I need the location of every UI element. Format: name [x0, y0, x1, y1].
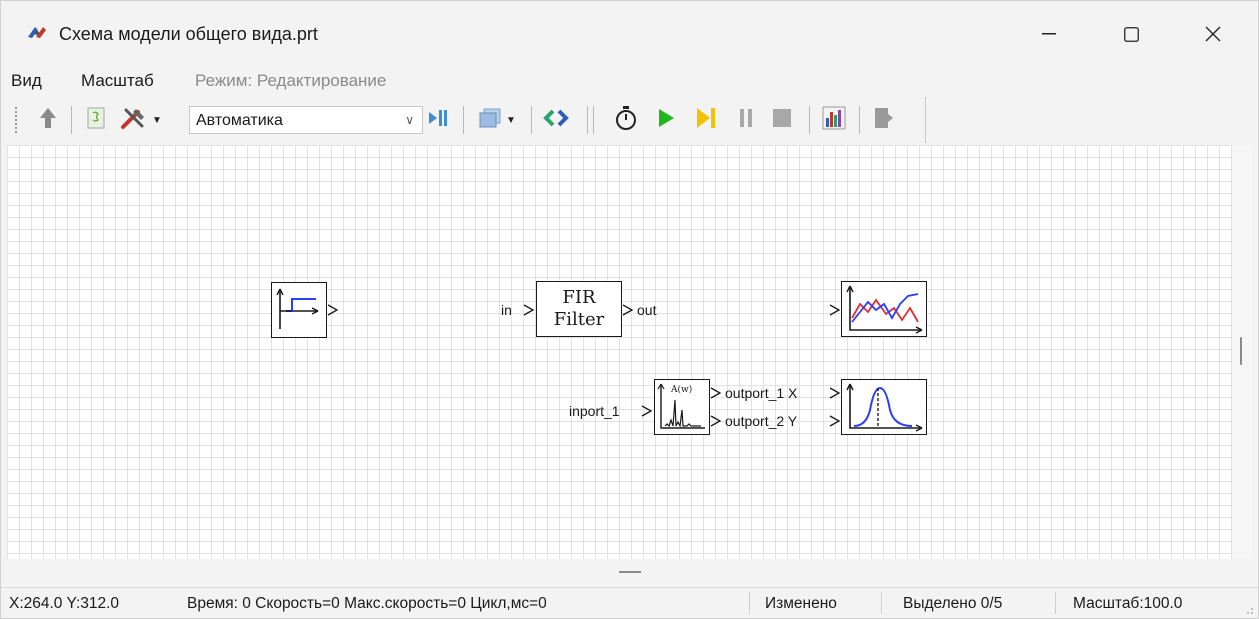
step-into-icon [427, 107, 451, 134]
fir-out-port-label: out [637, 302, 657, 318]
chart-icon [822, 106, 846, 135]
menu-view[interactable]: Вид [11, 70, 42, 92]
fir-in-port-label: in [501, 302, 512, 318]
minimize-button[interactable] [1008, 1, 1090, 67]
vertical-scrollbar[interactable] [1232, 145, 1252, 559]
layers-icon [478, 107, 502, 134]
up-arrow-icon [38, 106, 58, 135]
fir-out-port[interactable] [622, 304, 634, 316]
step-icon [695, 106, 717, 135]
spectrum-out-port-1-label: outport_1 X [725, 385, 798, 401]
tools-button[interactable]: ▼ [117, 106, 165, 134]
step-into-button[interactable] [425, 106, 453, 134]
step-source-block[interactable] [271, 282, 327, 338]
status-bar: X:264.0 Y:312.0 Время: 0 Скорость=0 Макс… [1, 587, 1258, 618]
fir-in-port[interactable] [523, 304, 535, 316]
chart-button[interactable] [819, 106, 849, 134]
spectrum-block[interactable]: A(w) [654, 379, 710, 435]
fir-block-title: FIR [562, 287, 596, 308]
library-selector-value: Автоматика [196, 112, 283, 129]
close-button[interactable] [1172, 1, 1254, 67]
pause-icon [737, 107, 755, 134]
menu-bar: Вид Масштаб Режим: Редактирование [1, 67, 1258, 95]
tools-icon [120, 105, 148, 136]
horizontal-scrollbar-thumb[interactable] [619, 571, 641, 573]
library-selector[interactable]: Автоматика ∨ [189, 106, 423, 134]
xy-plot-in-port-x[interactable] [829, 387, 841, 399]
mode-indicator: Режим: Редактирование [195, 71, 387, 90]
exit-icon [873, 106, 895, 135]
spectrum-out-port-1[interactable] [710, 387, 722, 399]
fir-block-subtitle: Filter [553, 309, 605, 330]
maximize-button[interactable] [1090, 1, 1172, 67]
stop-button[interactable] [767, 106, 797, 134]
stopwatch-icon [614, 105, 638, 136]
simulation-info: Время: 0 Скорость=0 Макс.скорость=0 Цикл… [187, 595, 547, 612]
fir-filter-block[interactable]: FIR Filter [536, 281, 622, 337]
selection-count: Выделено 0/5 [903, 595, 1003, 612]
application-window: Схема модели общего вида.prt Вид Масштаб… [0, 0, 1259, 619]
connect-icon [543, 108, 569, 133]
spectrum-out-port-2[interactable] [710, 415, 722, 427]
stop-icon [771, 107, 793, 134]
spectrum-icon-label: A(w) [671, 385, 693, 395]
script-button[interactable] [83, 106, 109, 134]
horizontal-scrollbar[interactable] [7, 559, 1252, 585]
toolbar-grip[interactable] [15, 107, 17, 133]
resize-grip[interactable] [1244, 605, 1254, 615]
spectrum-out-port-2-label: outport_2 Y [725, 413, 798, 429]
play-icon [656, 107, 676, 134]
engee-logo-icon [25, 23, 49, 43]
title-bar: Схема модели общего вида.prt [1, 1, 1258, 67]
up-level-button[interactable] [35, 106, 61, 134]
run-button[interactable] [651, 106, 681, 134]
spectrum-in-port[interactable] [641, 405, 653, 417]
diagram-canvas[interactable]: in FIR Filter out inport_1 A(w) outport_… [7, 145, 1232, 559]
xy-plot-in-port-y[interactable] [829, 415, 841, 427]
scope-in-port[interactable] [829, 304, 841, 316]
xy-plot-block[interactable] [841, 379, 927, 435]
chevron-down-icon: ▼ [506, 114, 516, 126]
script-icon [86, 107, 106, 134]
vertical-scrollbar-thumb[interactable] [1240, 337, 1242, 365]
exit-button[interactable] [869, 106, 899, 134]
chevron-down-icon: ∨ [405, 113, 414, 127]
step-source-out-port[interactable] [327, 304, 339, 316]
layers-button[interactable]: ▼ [473, 106, 521, 134]
scope-block[interactable] [841, 281, 927, 337]
step-button[interactable] [691, 106, 721, 134]
modified-indicator: Изменено [765, 595, 837, 612]
cursor-coordinates: X:264.0 Y:312.0 [9, 595, 120, 612]
window-title: Схема модели общего вида.prt [59, 24, 318, 44]
chevron-down-icon: ▼ [152, 114, 162, 126]
menu-scale[interactable]: Масштаб [81, 70, 154, 92]
timer-button[interactable] [611, 105, 641, 136]
zoom-level: Масштаб:100.0 [1073, 595, 1183, 612]
toolbar: ▼ Автоматика ∨ ▼ [11, 97, 926, 143]
spectrum-in-port-label: inport_1 [569, 403, 620, 419]
pause-button[interactable] [731, 106, 761, 134]
connect-button[interactable] [541, 106, 571, 134]
